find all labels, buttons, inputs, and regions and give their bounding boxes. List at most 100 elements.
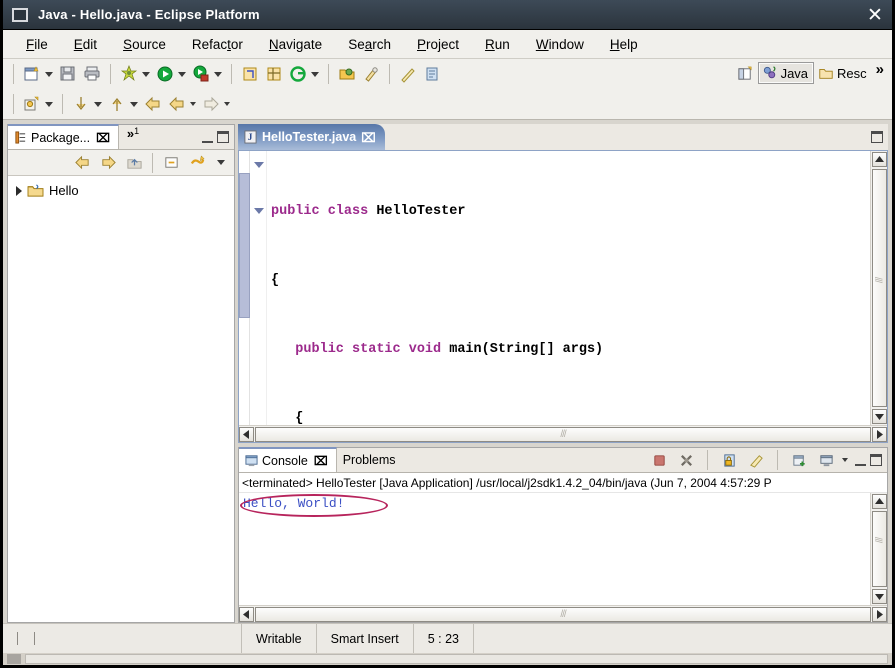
back-icon[interactable] <box>165 92 189 116</box>
display-selected-console-icon[interactable] <box>814 448 838 472</box>
console-horizontal-scrollbar[interactable]: /// <box>239 605 887 622</box>
annotation-ruler[interactable] <box>239 151 250 425</box>
annotation-icon[interactable] <box>396 62 420 86</box>
menu-item-window[interactable]: Window <box>523 34 597 55</box>
menu-item-refactor[interactable]: Refactor <box>179 34 256 55</box>
link-with-editor-icon[interactable] <box>185 151 209 175</box>
maximize-icon[interactable] <box>217 131 229 143</box>
debug-icon[interactable] <box>189 62 213 86</box>
print-icon[interactable] <box>80 62 104 86</box>
fold-collapse-icon[interactable] <box>254 162 264 168</box>
minimize-icon[interactable] <box>202 132 213 143</box>
menu-item-source[interactable]: Source <box>110 34 179 55</box>
scroll-thumb[interactable]: /// <box>255 426 871 442</box>
perspective-java[interactable]: Java <box>757 62 815 84</box>
console-vertical-scrollbar[interactable]: /// <box>870 493 887 605</box>
scroll-up-icon[interactable] <box>871 494 887 509</box>
menu-item-search[interactable]: Search <box>335 34 404 55</box>
chevron-down-icon[interactable] <box>224 102 230 106</box>
perspective-overflow-icon[interactable]: » <box>873 61 886 84</box>
scroll-left-icon[interactable] <box>239 426 254 442</box>
fold-collapse-icon[interactable] <box>254 208 264 214</box>
new-wizard-icon[interactable] <box>20 62 44 86</box>
tab-problems[interactable]: Problems <box>337 448 404 472</box>
tree-item-hello[interactable]: Hello <box>8 182 234 199</box>
clear-console-icon[interactable] <box>744 448 768 472</box>
new-java-element-icon[interactable] <box>20 92 44 116</box>
scroll-right-icon[interactable] <box>872 606 887 622</box>
remove-all-terminated-icon[interactable] <box>674 448 698 472</box>
chevron-down-icon[interactable] <box>311 71 319 77</box>
chevron-down-icon[interactable] <box>178 71 186 77</box>
scroll-down-icon[interactable] <box>871 409 887 424</box>
terminate-icon[interactable] <box>647 448 671 472</box>
chevron-down-icon[interactable] <box>94 101 102 107</box>
chevron-down-icon[interactable] <box>842 458 848 462</box>
perspective-resource[interactable]: Resc <box>814 62 873 84</box>
search-icon[interactable] <box>359 62 383 86</box>
last-edit-location-icon[interactable] <box>141 92 165 116</box>
new-class-icon[interactable] <box>286 62 310 86</box>
open-perspective-icon[interactable] <box>734 61 758 85</box>
window-restore-icon[interactable] <box>12 7 28 22</box>
next-annotation-icon[interactable] <box>69 92 93 116</box>
menu-item-help[interactable]: Help <box>597 34 651 55</box>
bookmark-icon[interactable] <box>420 62 444 86</box>
menu-item-file[interactable]: File <box>13 34 61 55</box>
editor-frame: public class HelloTester { public static… <box>238 150 888 443</box>
scroll-down-icon[interactable] <box>871 589 887 604</box>
back-icon[interactable] <box>70 151 94 175</box>
close-icon[interactable]: ⌧ <box>96 131 110 145</box>
tab-console[interactable]: Console ⌧ <box>239 447 337 472</box>
editor-horizontal-scrollbar[interactable]: /// <box>239 425 887 442</box>
code-editor[interactable]: public class HelloTester { public static… <box>267 151 870 425</box>
scroll-up-icon[interactable] <box>871 152 887 167</box>
chevron-down-icon[interactable] <box>142 71 150 77</box>
scroll-thumb[interactable]: /// <box>255 606 871 622</box>
package-explorer-tree[interactable]: Hello <box>8 176 234 622</box>
close-icon[interactable]: ⌧ <box>314 454 328 468</box>
pin-console-icon[interactable] <box>787 448 811 472</box>
view-overflow-indicator[interactable]: » 1 <box>119 125 143 149</box>
tab-hellotester-java[interactable]: J HelloTester.java ⌧ <box>238 124 385 150</box>
view-overflow-count: 1 <box>134 126 140 136</box>
chevron-down-icon[interactable] <box>45 101 53 107</box>
collapse-all-icon[interactable] <box>159 151 183 175</box>
menu-item-project[interactable]: Project <box>404 34 472 55</box>
new-java-project-icon[interactable] <box>238 62 262 86</box>
external-tools-icon[interactable] <box>117 62 141 86</box>
folding-ruler[interactable] <box>250 151 267 425</box>
console-output[interactable]: Hello, World! <box>239 493 870 605</box>
scroll-left-icon[interactable] <box>239 606 254 622</box>
chevron-down-icon[interactable] <box>214 71 222 77</box>
forward-icon[interactable] <box>96 151 120 175</box>
chevron-down-icon[interactable] <box>190 102 196 106</box>
chevron-down-icon[interactable] <box>45 71 53 77</box>
annotation-marker <box>239 173 250 318</box>
menu-item-navigate[interactable]: Navigate <box>256 34 335 55</box>
save-icon[interactable] <box>56 62 80 86</box>
forward-icon[interactable] <box>199 92 223 116</box>
editor-vertical-scrollbar[interactable]: /// <box>870 151 887 425</box>
scroll-thumb[interactable]: /// <box>871 169 887 407</box>
menu-item-edit[interactable]: Edit <box>61 34 110 55</box>
run-icon[interactable] <box>153 62 177 86</box>
window-title: Java - Hello.java - Eclipse Platform <box>38 7 260 22</box>
view-menu-icon[interactable] <box>217 160 225 165</box>
scroll-thumb[interactable]: /// <box>871 511 887 587</box>
minimize-icon[interactable] <box>855 455 866 466</box>
tab-package-explorer[interactable]: Package... ⌧ <box>8 124 119 149</box>
open-type-icon[interactable] <box>335 62 359 86</box>
new-package-icon[interactable] <box>262 62 286 86</box>
scroll-right-icon[interactable] <box>872 426 887 442</box>
scroll-lock-icon[interactable] <box>717 448 741 472</box>
close-icon[interactable]: ⌧ <box>361 130 375 145</box>
close-icon[interactable]: ✕ <box>858 0 892 30</box>
previous-annotation-icon[interactable] <box>105 92 129 116</box>
expand-arrow-icon[interactable] <box>16 185 22 196</box>
up-icon[interactable] <box>122 151 146 175</box>
chevron-down-icon[interactable] <box>130 101 138 107</box>
maximize-icon[interactable] <box>871 131 883 143</box>
maximize-icon[interactable] <box>870 454 882 466</box>
menu-item-run[interactable]: Run <box>472 34 523 55</box>
